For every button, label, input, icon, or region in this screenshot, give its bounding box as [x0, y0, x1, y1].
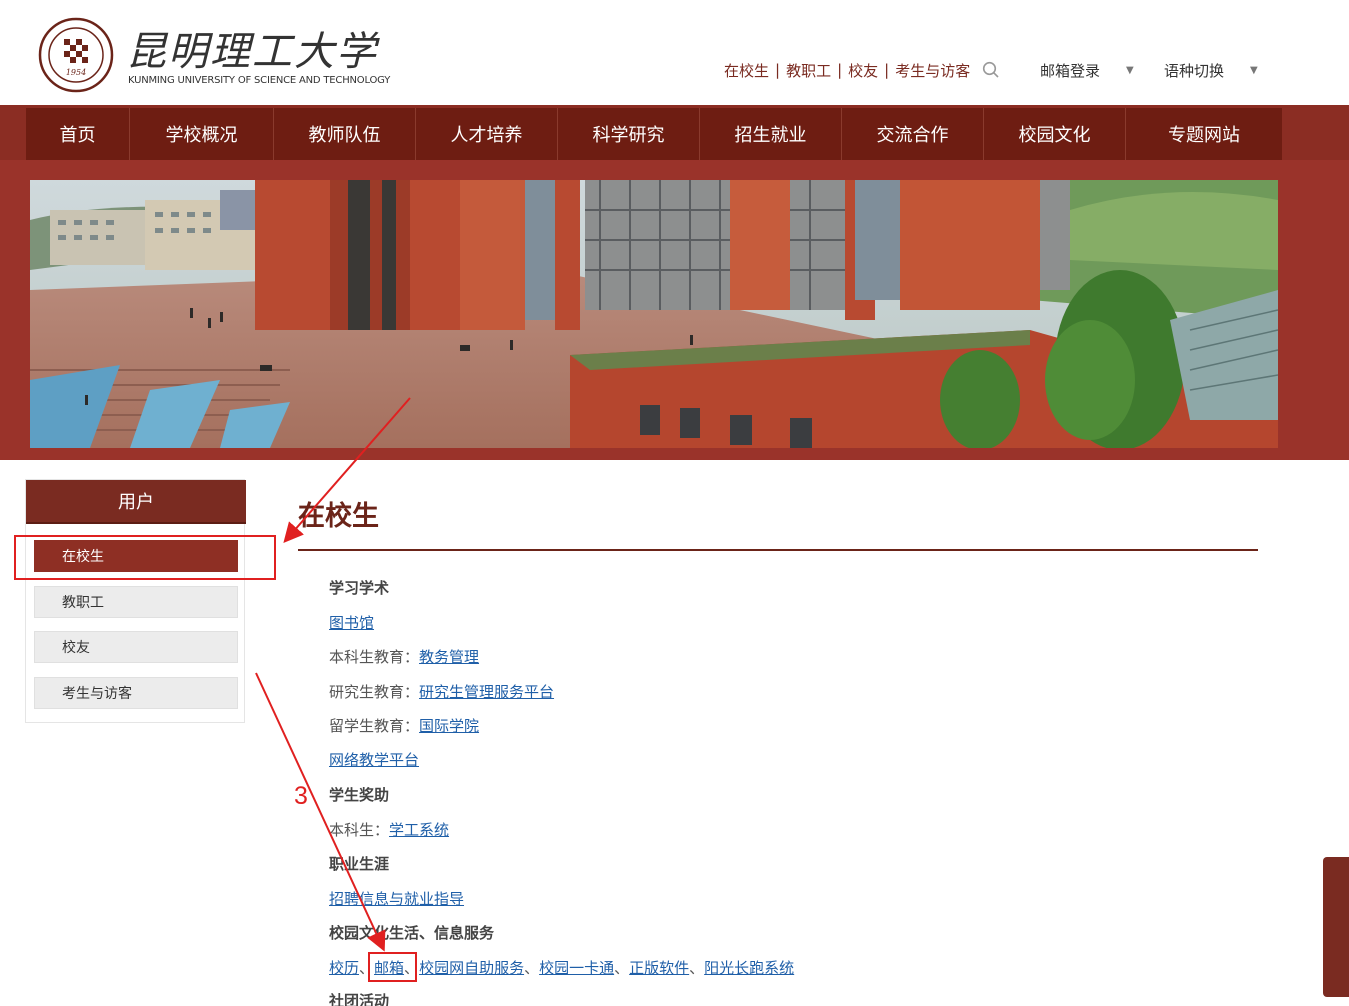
nav-home[interactable]: 首页	[26, 108, 130, 160]
list-item: 招聘信息与就业指导	[329, 888, 464, 910]
list-item: 研究生教育：研究生管理服务平台	[329, 681, 554, 703]
section-heading-clubs: 社团活动	[329, 992, 390, 1006]
chevron-down-icon: ▼	[1126, 65, 1134, 76]
sidebar-item-staff[interactable]: 教职工	[34, 586, 238, 618]
logo-chinese-name: 昆明理工大学	[126, 29, 378, 75]
site-header: 1954 昆明理工大学 KUNMING UNIVERSITY OF SCIENC…	[0, 0, 1349, 105]
nav-about[interactable]: 学校概况	[130, 108, 274, 160]
list-item: 校历、邮箱、校园网自助服务、校园一卡通、正版软件、阳光长跑系统	[329, 957, 794, 979]
campus-banner-image	[30, 180, 1278, 448]
list-separator: 、	[359, 959, 375, 977]
sidebar-item-visitors[interactable]: 考生与访客	[34, 677, 238, 709]
online-teaching-link[interactable]: 网络教学平台	[329, 751, 419, 769]
search-icon[interactable]	[982, 61, 1000, 79]
title-divider	[298, 549, 1258, 551]
grad-platform-link[interactable]: 研究生管理服务平台	[419, 683, 554, 701]
campus-card-link[interactable]: 校园一卡通	[539, 959, 614, 977]
list-item: 留学生教育：国际学院	[329, 715, 479, 737]
audience-links: 在校生 | 教职工 | 校友 | 考生与访客	[724, 58, 1000, 82]
list-item: 本科生教育：教务管理	[329, 646, 479, 668]
svg-text:1954: 1954	[66, 68, 86, 77]
main-navigation: 首页 学校概况 教师队伍 人才培养 科学研究 招生就业 交流合作 校园文化 专题…	[26, 108, 1282, 160]
floating-side-tab[interactable]	[1323, 857, 1349, 997]
grad-label: 研究生教育：	[329, 683, 420, 701]
list-separator: 、	[689, 959, 705, 977]
top-link-alumni[interactable]: 校友	[848, 60, 878, 81]
page-title: 在校生	[298, 501, 379, 532]
language-switch-label: 语种切换	[1164, 62, 1225, 80]
section-heading-campus-life: 校园文化生活、信息服务	[329, 924, 495, 942]
top-link-students[interactable]: 在校生	[724, 60, 769, 81]
nav-special-sites[interactable]: 专题网站	[1126, 108, 1282, 160]
sidebar-item-students[interactable]: 在校生	[34, 540, 238, 572]
sunshine-run-link[interactable]: 阳光长跑系统	[704, 959, 794, 977]
licensed-software-link[interactable]: 正版软件	[629, 959, 689, 977]
network-self-service-link[interactable]: 校园网自助服务	[419, 959, 524, 977]
link-separator: |	[837, 61, 843, 79]
link-separator: |	[775, 61, 781, 79]
sidebar: 用户 在校生 教职工 校友 考生与访客	[25, 479, 246, 723]
sidebar-title: 用户	[26, 480, 246, 524]
list-separator: 、	[404, 959, 420, 977]
top-link-staff[interactable]: 教职工	[786, 60, 831, 81]
intl-college-link[interactable]: 国际学院	[419, 717, 479, 735]
mail-login-label: 邮箱登录	[1040, 62, 1101, 80]
nav-exchange[interactable]: 交流合作	[842, 108, 984, 160]
aid-label: 本科生：	[329, 821, 390, 839]
nav-faculty[interactable]: 教师队伍	[274, 108, 416, 160]
mail-login-menu[interactable]: 邮箱登录 ▼	[1040, 60, 1134, 81]
nav-admissions[interactable]: 招生就业	[700, 108, 842, 160]
list-item: 图书馆	[329, 612, 374, 634]
calendar-link[interactable]: 校历	[329, 959, 359, 977]
section-heading-career: 职业生涯	[329, 855, 390, 873]
list-separator: 、	[614, 959, 630, 977]
nav-campus-culture[interactable]: 校园文化	[984, 108, 1126, 160]
student-affairs-link[interactable]: 学工系统	[389, 821, 449, 839]
university-logo[interactable]: 1954 昆明理工大学 KUNMING UNIVERSITY OF SCIENC…	[38, 17, 390, 95]
university-seal-icon: 1954	[38, 17, 114, 93]
list-item: 网络教学平台	[329, 749, 419, 771]
logo-english-name: KUNMING UNIVERSITY OF SCIENCE AND TECHNO…	[128, 75, 391, 86]
list-separator: 、	[524, 959, 540, 977]
chevron-down-icon: ▼	[1250, 65, 1258, 76]
top-link-visitors[interactable]: 考生与访客	[895, 60, 970, 81]
career-link[interactable]: 招聘信息与就业指导	[329, 890, 464, 908]
library-link[interactable]: 图书馆	[329, 614, 374, 632]
step-number-label: 3	[294, 782, 308, 810]
nav-research[interactable]: 科学研究	[558, 108, 700, 160]
language-switch-menu[interactable]: 语种切换 ▼	[1164, 60, 1258, 81]
sidebar-item-alumni[interactable]: 校友	[34, 631, 238, 663]
academic-affairs-link[interactable]: 教务管理	[419, 648, 479, 666]
nav-education[interactable]: 人才培养	[416, 108, 558, 160]
list-item: 本科生：学工系统	[329, 819, 449, 841]
undergrad-label: 本科生教育：	[329, 648, 420, 666]
section-heading-aid: 学生奖助	[329, 786, 390, 804]
intl-label: 留学生教育：	[329, 717, 420, 735]
email-link[interactable]: 邮箱	[374, 959, 404, 977]
link-separator: |	[884, 61, 890, 79]
campus-photo-illustration	[30, 180, 1278, 448]
section-heading-study: 学习学术	[329, 579, 390, 597]
